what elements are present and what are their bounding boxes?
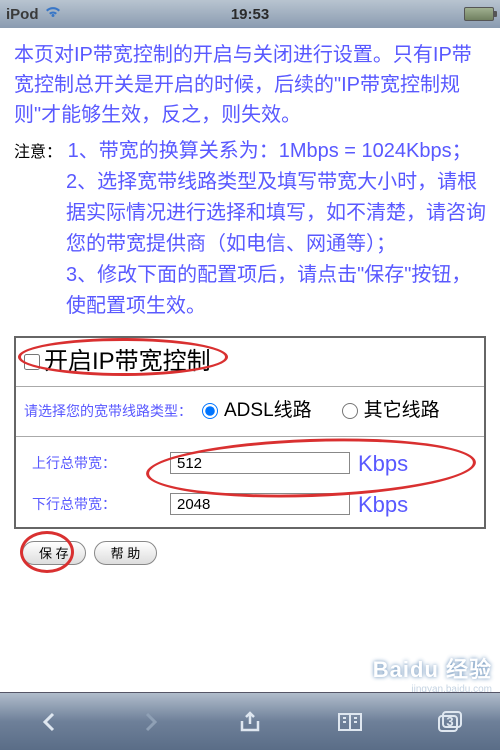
radio-other[interactable]: 其它线路 (342, 397, 440, 426)
line-type-label: 请选择您的宽带线路类型： (24, 401, 192, 422)
back-button[interactable] (25, 702, 75, 742)
help-button[interactable]: 帮 助 (94, 541, 158, 565)
radio-adsl[interactable]: ADSL线路 (202, 397, 312, 426)
enable-ip-bandwidth-checkbox[interactable] (24, 354, 40, 370)
page-content: 本页对IP带宽控制的开启与关闭进行设置。只有IP带宽控制总开关是开启的时候，后续… (0, 28, 500, 583)
upstream-label: 上行总带宽： (32, 453, 162, 474)
note-1: 1、带宽的换算关系为：1Mbps = 1024Kbps； (68, 140, 472, 162)
clock: 19:53 (231, 6, 269, 23)
bookmarks-button[interactable] (325, 702, 375, 742)
browser-toolbar: 3 (0, 692, 500, 750)
save-button[interactable]: 保 存 (22, 541, 86, 565)
unit-label: Kbps (358, 488, 408, 521)
battery-icon (464, 7, 494, 21)
tabs-button[interactable]: 3 (425, 702, 475, 742)
watermark: Baidu 经验 jingyan.baidu.com (362, 652, 492, 692)
note-3: 3、修改下面的配置项后，请点击"保存"按钮，使配置项生效。 (14, 260, 486, 322)
note-2: 2、选择宽带线路类型及填写带宽大小时，请根据实际情况进行选择和填写，如不清楚，请… (14, 167, 486, 260)
note-label: 注意： (14, 144, 62, 161)
downstream-input[interactable] (170, 493, 350, 515)
forward-button[interactable] (125, 702, 175, 742)
tab-count: 3 (446, 713, 453, 728)
status-bar: iPod 19:53 (0, 0, 500, 28)
bandwidth-form: 开启IP带宽控制 请选择您的宽带线路类型： ADSL线路 其它线路 上行总带宽：… (14, 336, 486, 529)
share-button[interactable] (225, 702, 275, 742)
upstream-input[interactable] (170, 452, 350, 474)
wifi-icon (43, 5, 63, 23)
unit-label: Kbps (358, 447, 408, 480)
downstream-label: 下行总带宽： (32, 494, 162, 515)
device-label: iPod (6, 6, 39, 23)
enable-label: 开启IP带宽控制 (44, 344, 211, 380)
intro-text: 本页对IP带宽控制的开启与关闭进行设置。只有IP带宽控制总开关是开启的时候，后续… (14, 40, 486, 130)
